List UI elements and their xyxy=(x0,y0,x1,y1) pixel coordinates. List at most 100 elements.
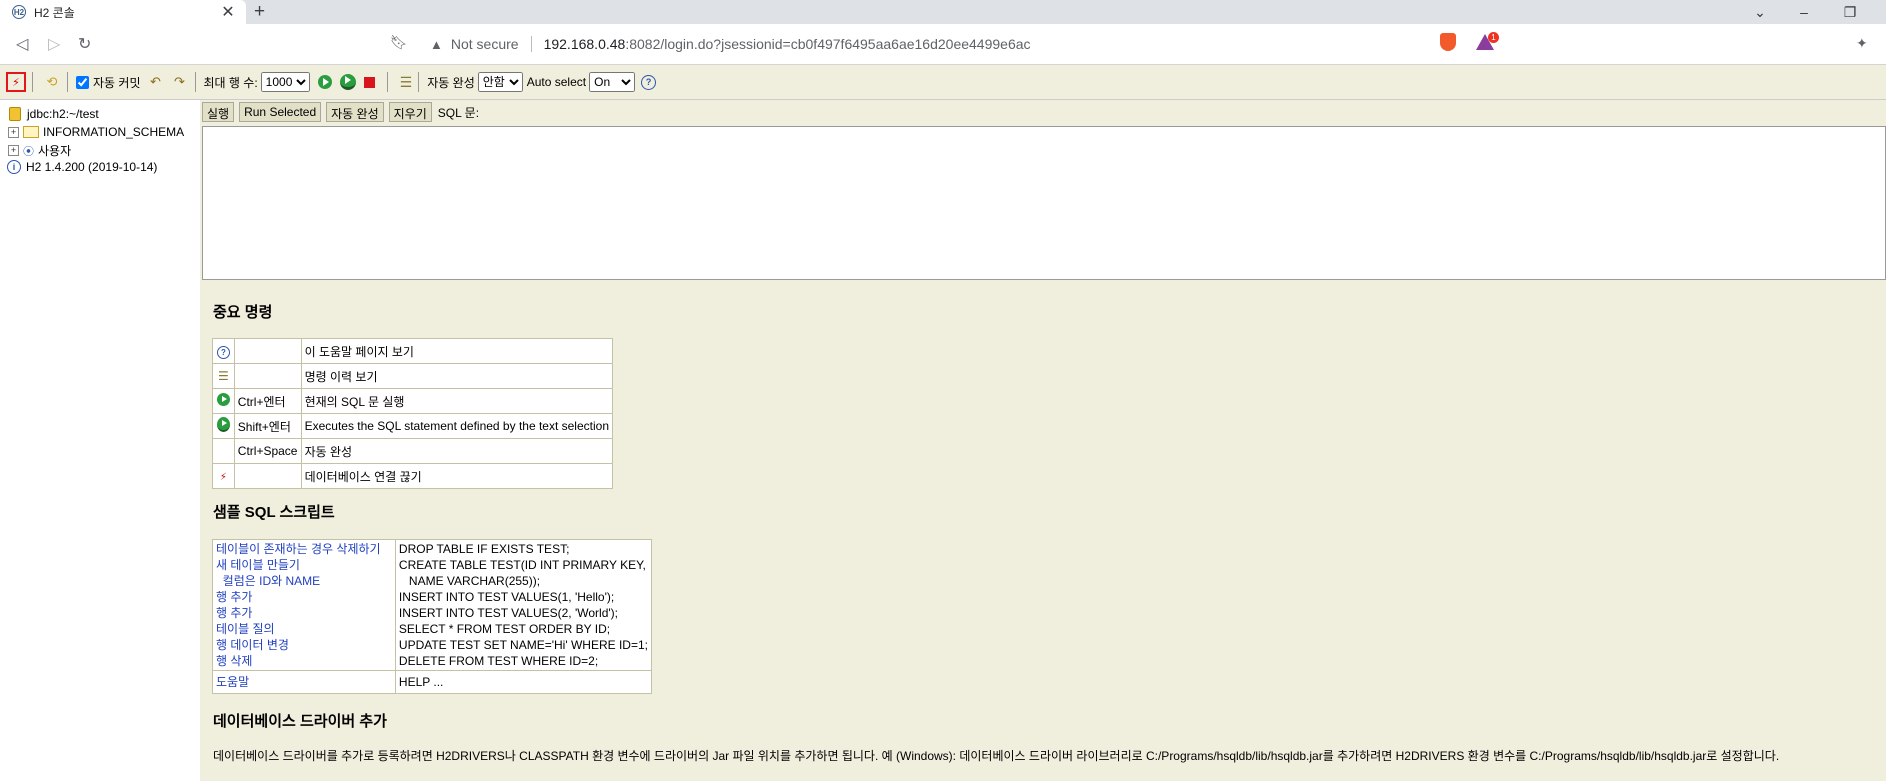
security-status[interactable]: Not secure xyxy=(451,36,519,52)
connection-label: jdbc:h2:~/test xyxy=(27,107,99,121)
shortcut-cell: Ctrl+Space xyxy=(233,438,302,464)
run-selected-icon[interactable] xyxy=(339,74,356,90)
important-commands-heading: 중요 명령 xyxy=(213,304,273,321)
history-icon: ☰ xyxy=(218,369,229,383)
shortcut-cell: Ctrl+엔터 xyxy=(233,388,302,414)
disconnect-icon[interactable]: ⚡ xyxy=(6,72,26,92)
shortcut-cell xyxy=(233,338,302,364)
bookmark-icon[interactable]: 🔖︎ xyxy=(390,34,408,51)
tree-connection[interactable]: jdbc:h2:~/test xyxy=(9,107,99,121)
database-icon xyxy=(9,107,21,121)
expand-icon[interactable]: + xyxy=(8,145,19,156)
auto-commit-checkbox[interactable] xyxy=(76,75,89,89)
refresh-icon[interactable]: ⟲ xyxy=(43,73,61,91)
address-bar[interactable]: ▲ Not secure 192.168.0.48:8082/login.do?… xyxy=(422,30,1426,58)
sql-editor[interactable] xyxy=(202,126,1886,280)
sample-link[interactable]: 행 추가 xyxy=(216,589,392,605)
sample-code-line: INSERT INTO TEST VALUES(2, 'World'); xyxy=(398,606,618,620)
info-icon: i xyxy=(7,160,21,174)
reload-icon[interactable]: ↻ xyxy=(78,34,91,54)
shortcut-cell xyxy=(233,463,302,489)
autocomplete-button[interactable]: 자동 완성 xyxy=(326,102,384,122)
tree-schema[interactable]: + INFORMATION_SCHEMA xyxy=(8,125,184,139)
tree-version: i H2 1.4.200 (2019-10-14) xyxy=(7,160,157,174)
table-row: Ctrl+Space 자동 완성 xyxy=(212,438,614,464)
auto-select-select[interactable]: On xyxy=(589,72,636,92)
h2-favicon-icon: H2 xyxy=(12,5,26,19)
run-icon[interactable] xyxy=(317,75,332,89)
back-icon[interactable]: ◁ xyxy=(16,34,28,54)
sample-code-line: INSERT INTO TEST VALUES(1, 'Hello'); xyxy=(398,590,615,604)
url-host: 192.168.0.48 xyxy=(543,36,626,52)
sample-link[interactable]: 행 추가 xyxy=(216,605,392,621)
add-driver-text: 데이터베이스 드라이버를 추가로 등록하려면 H2DRIVERS나 CLASSP… xyxy=(213,749,1780,763)
important-commands-table: ? 이 도움말 페이지 보기 ☰ 명령 이력 보기 Ctrl+엔터 현재의 SQ… xyxy=(212,338,614,489)
close-tab-icon[interactable]: ✕ xyxy=(220,2,236,22)
sample-link[interactable]: 행 삭제 xyxy=(216,653,392,669)
run-icon xyxy=(216,393,230,406)
description-cell: 이 도움말 페이지 보기 xyxy=(300,338,614,364)
restore-icon[interactable]: ❐ xyxy=(1830,0,1870,24)
browser-tab[interactable]: H2 H2 콘솔 ✕ xyxy=(0,0,246,24)
table-row: ⚡ 데이터베이스 연결 끊기 xyxy=(212,463,614,489)
version-label: H2 1.4.200 (2019-10-14) xyxy=(26,160,158,174)
help-link[interactable]: 도움말 xyxy=(216,675,249,689)
users-label: 사용자 xyxy=(38,144,72,158)
browser-toolbar: ◁ ▷ ↻ 🔖︎ ▲ Not secure 192.168.0.48:8082/… xyxy=(0,24,1886,65)
run-button[interactable]: 실행 xyxy=(202,102,235,122)
extensions-icon[interactable]: ✦ xyxy=(1856,35,1868,52)
max-rows-select[interactable]: 1000 xyxy=(260,72,310,92)
run-selected-icon xyxy=(216,417,230,432)
stop-icon[interactable] xyxy=(363,76,375,88)
commit-icon[interactable]: ↷ xyxy=(171,73,189,91)
sample-link[interactable]: 새 테이블 만들기 xyxy=(216,557,392,573)
new-tab-icon[interactable]: + xyxy=(254,1,265,23)
schema-label: INFORMATION_SCHEMA xyxy=(43,125,185,139)
expand-icon[interactable]: + xyxy=(8,126,19,138)
tab-title: H2 콘솔 xyxy=(34,5,75,20)
description-cell: 자동 완성 xyxy=(300,438,614,464)
disconnect-icon: ⚡ xyxy=(219,471,227,483)
brave-shields-icon[interactable] xyxy=(1440,33,1456,51)
sample-code-line: DROP TABLE IF EXISTS TEST; xyxy=(398,542,570,556)
tab-search-icon[interactable]: ⌄ xyxy=(1740,0,1780,24)
minimize-icon[interactable]: – xyxy=(1784,0,1824,24)
description-cell: 현재의 SQL 문 실행 xyxy=(300,388,614,414)
sample-code-line: NAME VARCHAR(255)); xyxy=(398,574,541,588)
tab-strip: H2 H2 콘솔 ✕ + ⌄ – ❐ xyxy=(0,0,1886,24)
add-driver-heading: 데이터베이스 드라이버 추가 xyxy=(213,713,387,730)
h2-toolbar: ⚡ ⟲ 자동 커밋 ↶ ↷ 최대 행 수: 1000 ☰ 자동 완성 안함 Au… xyxy=(0,65,1886,100)
rollback-icon[interactable]: ↶ xyxy=(147,73,165,91)
table-row: 테이블이 존재하는 경우 삭제하기 새 테이블 만들기 컬럼은 ID와 NAME… xyxy=(212,539,653,671)
query-bar: 실행 Run Selected 자동 완성 지우기 SQL 문: xyxy=(202,102,479,122)
auto-select-label: Auto select xyxy=(526,75,587,89)
shortcut-cell: Shift+엔터 xyxy=(233,413,302,439)
table-row: Ctrl+엔터 현재의 SQL 문 실행 xyxy=(212,388,614,414)
sample-link[interactable]: 테이블이 존재하는 경우 삭제하기 xyxy=(216,541,392,557)
help-icon[interactable]: ? xyxy=(641,74,657,90)
table-row: Shift+엔터 Executes the SQL statement defi… xyxy=(212,413,614,439)
autocomplete-select[interactable]: 안함 xyxy=(477,72,523,92)
forward-icon[interactable]: ▷ xyxy=(48,34,60,54)
sample-link[interactable]: 행 데이터 변경 xyxy=(216,637,392,653)
sample-code-cell: DROP TABLE IF EXISTS TEST; CREATE TABLE … xyxy=(394,539,653,671)
shortcut-cell xyxy=(233,363,302,389)
run-selected-button[interactable]: Run Selected xyxy=(239,102,322,122)
description-cell: 명령 이력 보기 xyxy=(300,363,614,389)
sample-links-cell: 테이블이 존재하는 경우 삭제하기 새 테이블 만들기 컬럼은 ID와 NAME… xyxy=(212,539,396,671)
url-text[interactable]: 192.168.0.48:8082/login.do?jsessionid=cb… xyxy=(544,36,1031,52)
sample-link[interactable]: 테이블 질의 xyxy=(216,621,392,637)
sample-code-line: SELECT * FROM TEST ORDER BY ID; xyxy=(398,622,611,636)
users-icon: ⦿ xyxy=(23,145,34,158)
description-cell: Executes the SQL statement defined by th… xyxy=(300,413,614,439)
url-path: :8082/login.do?jsessionid=cb0f497f6495aa… xyxy=(625,36,1031,52)
table-row: ? 이 도움말 페이지 보기 xyxy=(212,338,614,364)
folder-icon xyxy=(23,126,39,138)
sample-link[interactable]: 컬럼은 ID와 NAME xyxy=(216,573,392,589)
max-rows-label: 최대 행 수: xyxy=(203,75,258,90)
tree-users[interactable]: + ⦿ 사용자 xyxy=(8,142,71,159)
schema-tree: jdbc:h2:~/test + INFORMATION_SCHEMA + ⦿ … xyxy=(0,100,200,781)
sql-label: SQL 문: xyxy=(437,105,480,120)
clear-button[interactable]: 지우기 xyxy=(388,102,432,122)
history-icon[interactable]: ☰ xyxy=(400,74,413,91)
